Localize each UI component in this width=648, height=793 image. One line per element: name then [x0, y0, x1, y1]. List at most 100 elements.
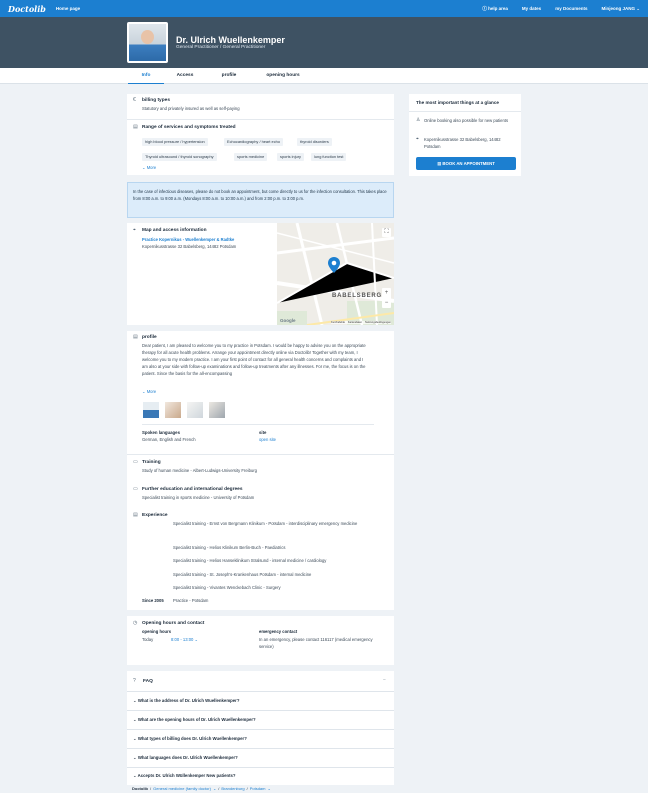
zoom-in-icon[interactable]: +	[382, 288, 391, 298]
experience-title: Experience	[142, 513, 168, 518]
faq-question-text: What are the opening hours of Dr. Ulrich…	[137, 717, 256, 722]
hours-title: Opening hours and contact	[142, 621, 205, 626]
services-title: Range of services and symptoms treated	[142, 125, 236, 130]
doctor-specialty: General Practitioner / General Practitio…	[176, 45, 266, 50]
book-appointment-button[interactable]: ▦ BOOK AN APPOINTMENT	[416, 157, 516, 170]
breadcrumb-separator: /	[150, 786, 152, 791]
map-data-label: Kartendaten	[347, 321, 363, 324]
doctolib-logo[interactable]: Doctolib	[8, 4, 46, 14]
glance-address: Kopernikusstrasse 32 Babelsberg, 14482 P…	[424, 137, 501, 149]
billing-title: billing types	[142, 98, 170, 103]
chevron-down-icon: ⌄	[133, 773, 137, 778]
service-chip: Thyroid ultrasound / thyroid sonography	[142, 153, 217, 161]
my-documents-link[interactable]: my Documents	[555, 6, 587, 12]
breadcrumb-region[interactable]: Brandenburg	[221, 786, 244, 791]
tab-profile[interactable]: profile	[213, 68, 245, 84]
service-chip: sports medicine	[234, 153, 268, 161]
chevron-down-icon: ⌄	[142, 165, 146, 170]
hours-toggle[interactable]: 8:00 - 13:00 ⌄	[171, 637, 198, 642]
map-terms-link[interactable]: Nutzungsbedingungen	[365, 321, 391, 324]
chevron-down-icon: ⌄	[142, 389, 146, 394]
tab-access[interactable]: Access	[170, 68, 200, 84]
faq-question-languages[interactable]: ⌄ What languages does Dr. Ulrich Wuellen…	[133, 755, 238, 761]
zoom-out-icon[interactable]: −	[382, 298, 391, 308]
map-pin-icon: ⌖	[416, 136, 419, 142]
map-shortcuts-link[interactable]: Kurzbefehle	[331, 321, 345, 324]
graduation-cap-icon: ▭	[133, 486, 138, 492]
practice-photo[interactable]	[187, 402, 203, 418]
book-label: BOOK AN APPOINTMENT	[442, 161, 495, 166]
my-dates-link[interactable]: My dates	[522, 6, 541, 12]
open-site-link[interactable]: open site	[259, 437, 276, 442]
chevron-down-icon: ⌄	[133, 698, 137, 703]
service-chip: lung function test	[311, 153, 347, 161]
graduation-cap-icon: ▭	[133, 459, 138, 465]
experience-item: Specialist training - Ernst von Bergmann…	[173, 521, 358, 526]
divider	[127, 748, 394, 749]
fullscreen-icon[interactable]: ⛶	[382, 228, 391, 237]
map-district-label: BABELSBERG	[332, 293, 383, 299]
home-page-link[interactable]: Home page	[56, 6, 80, 11]
help-area-link[interactable]: ⓘ help area	[482, 6, 508, 12]
euro-icon: €	[133, 97, 136, 103]
faq-question-text: Accepts Dr. Ulrich Wüllenkemper New pati…	[137, 773, 236, 778]
faq-title: FAQ	[143, 679, 153, 684]
practice-photo[interactable]	[209, 402, 225, 418]
document-icon: ▤	[133, 334, 138, 340]
faq-question-new-patients[interactable]: ⌄ Accepts Dr. Ulrich Wüllenkemper New pa…	[133, 773, 236, 779]
languages-label: Spoken languages	[142, 430, 180, 435]
help-icon: ⓘ	[482, 5, 487, 11]
service-chip: sports injury	[277, 153, 304, 161]
since-text: Practice - Potsdam	[173, 598, 209, 603]
zoom-controls: + −	[382, 288, 391, 308]
divider	[127, 691, 394, 692]
chevron-down-icon: ⌄	[133, 755, 137, 760]
google-logo: Google	[280, 318, 296, 323]
further-title: Further education and international degr…	[142, 487, 243, 492]
faq-question-hours[interactable]: ⌄ What are the opening hours of Dr. Ulri…	[133, 717, 256, 723]
help-area-label: help area	[488, 5, 508, 11]
doctor-photo	[127, 22, 168, 63]
briefcase-icon: ▤	[133, 512, 138, 518]
map-pin-icon: ⌖	[133, 227, 136, 233]
faq-question-billing[interactable]: ⌄ What types of billing does Dr. Ulrich …	[133, 736, 247, 742]
tab-info[interactable]: Info	[128, 68, 164, 84]
service-chip: high blood pressure / hypertension	[142, 138, 208, 146]
map-view[interactable]: BABELSBERG ⛶ + − Google Kurzbefehle Kart…	[277, 223, 394, 325]
faq-question-address[interactable]: ⌄ What is the address of Dr. Ulrich Wuel…	[133, 698, 239, 704]
map-roads	[277, 223, 394, 325]
chevron-down-icon[interactable]: ⌄	[267, 786, 270, 791]
tab-opening-hours[interactable]: opening hours	[258, 68, 308, 84]
experience-item: Specialist training - Vivantes Wenckebac…	[173, 585, 281, 590]
practice-name-link[interactable]: Practice Kopernikus - Wuellenkemper & Ra…	[142, 237, 234, 242]
breadcrumb-home[interactable]: Doctolib	[132, 786, 148, 791]
question-icon: ?	[133, 678, 136, 684]
hours-time: 8:00 - 13:00	[171, 637, 194, 642]
languages-value: German, English and French	[142, 437, 196, 442]
services-more-link[interactable]: ⌄ More	[142, 165, 156, 170]
faq-collapse-icon[interactable]: −	[383, 677, 386, 683]
account-menu[interactable]: Minjeong JANG ⌄	[601, 6, 640, 12]
practice-photo[interactable]	[165, 402, 181, 418]
service-chip: thyroid disorders	[297, 138, 332, 146]
chevron-down-icon: ⌄	[133, 736, 137, 741]
experience-item: Specialist training - St. Joseph's-Krank…	[173, 572, 312, 577]
divider	[127, 119, 394, 120]
breadcrumb-specialty[interactable]: General medicine (family doctor)	[153, 786, 211, 791]
breadcrumb-city[interactable]: Potsdam	[250, 786, 266, 791]
billing-text: Statutory and privately insured as well …	[142, 106, 240, 111]
divider	[127, 454, 394, 455]
practice-photo[interactable]	[143, 402, 159, 418]
breadcrumb-separator: /	[246, 786, 248, 791]
map-attribution: Kurzbefehle Kartendaten Nutzungsbedingun…	[331, 321, 391, 324]
top-nav: ⓘ help area My dates my Documents Minjeo…	[482, 6, 640, 12]
profile-more-link[interactable]: ⌄ More	[142, 389, 156, 394]
faq-question-text: What is the address of Dr. Ulrich Wuelle…	[137, 698, 240, 703]
experience-item: Specialist training - Helios Hanseklinik…	[173, 558, 327, 563]
chevron-down-icon[interactable]: ⌄	[213, 786, 216, 791]
location-marker-icon[interactable]	[328, 257, 340, 273]
emergency-label: emergency contact	[259, 629, 298, 634]
faq-question-text: What types of billing does Dr. Ulrich Wu…	[137, 736, 247, 741]
divider	[142, 424, 374, 425]
experience-item: Specialist training - Helios Klinikum Be…	[173, 545, 286, 550]
